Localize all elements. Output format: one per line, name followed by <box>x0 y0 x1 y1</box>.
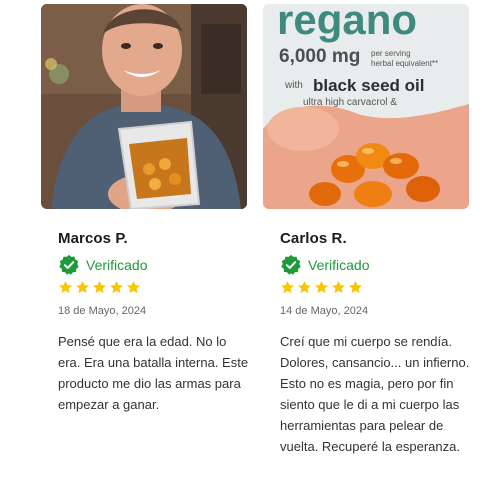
star-rating <box>280 280 363 295</box>
review-date: 14 de Mayo, 2024 <box>280 305 369 317</box>
star-icon <box>93 280 106 294</box>
review-photo-man <box>41 4 247 209</box>
review-date: 18 de Mayo, 2024 <box>58 305 147 317</box>
verified-badge-icon <box>59 254 79 275</box>
star-icon <box>110 280 123 294</box>
review-text: Pensé que era la edad. No lo era. Era un… <box>58 334 249 412</box>
verified-badge: Verificado <box>58 254 147 276</box>
star-rating <box>58 280 141 295</box>
verified-badge: Verificado <box>280 254 369 276</box>
star-icon <box>332 280 345 294</box>
reviewer-name: Carlos R. <box>280 230 347 247</box>
package-dose-text: 6,000 mg <box>279 46 360 67</box>
review-photo-softgels: regano 6,000 mg per serving herbal equiv… <box>263 4 469 209</box>
package-dose-note-2: herbal equivalent** <box>371 59 438 68</box>
review-card-carlos: regano 6,000 mg per serving herbal equiv… <box>263 4 469 454</box>
review-card-marcos: Marcos P. Verificado 18 de Mayo, 2024 Pe… <box>41 4 248 412</box>
verified-label: Verificado <box>86 257 148 273</box>
star-icon <box>127 280 140 294</box>
package-brand-text: regano <box>277 4 417 43</box>
verified-badge-icon <box>281 254 301 275</box>
package-ingredient-prefix: with <box>284 80 303 91</box>
package-ingredient-text: black seed oil <box>313 76 425 95</box>
star-icon <box>298 280 311 294</box>
reviewer-name: Marcos P. <box>58 230 128 247</box>
star-icon <box>281 280 294 294</box>
star-icon <box>76 280 89 294</box>
review-text: Creí que mi cuerpo se rendía. Dolores, c… <box>280 334 470 454</box>
package-dose-note-1: per serving <box>371 49 411 58</box>
star-icon <box>349 280 362 294</box>
star-icon <box>315 280 328 294</box>
verified-label: Verificado <box>308 257 370 273</box>
star-icon <box>59 280 72 294</box>
